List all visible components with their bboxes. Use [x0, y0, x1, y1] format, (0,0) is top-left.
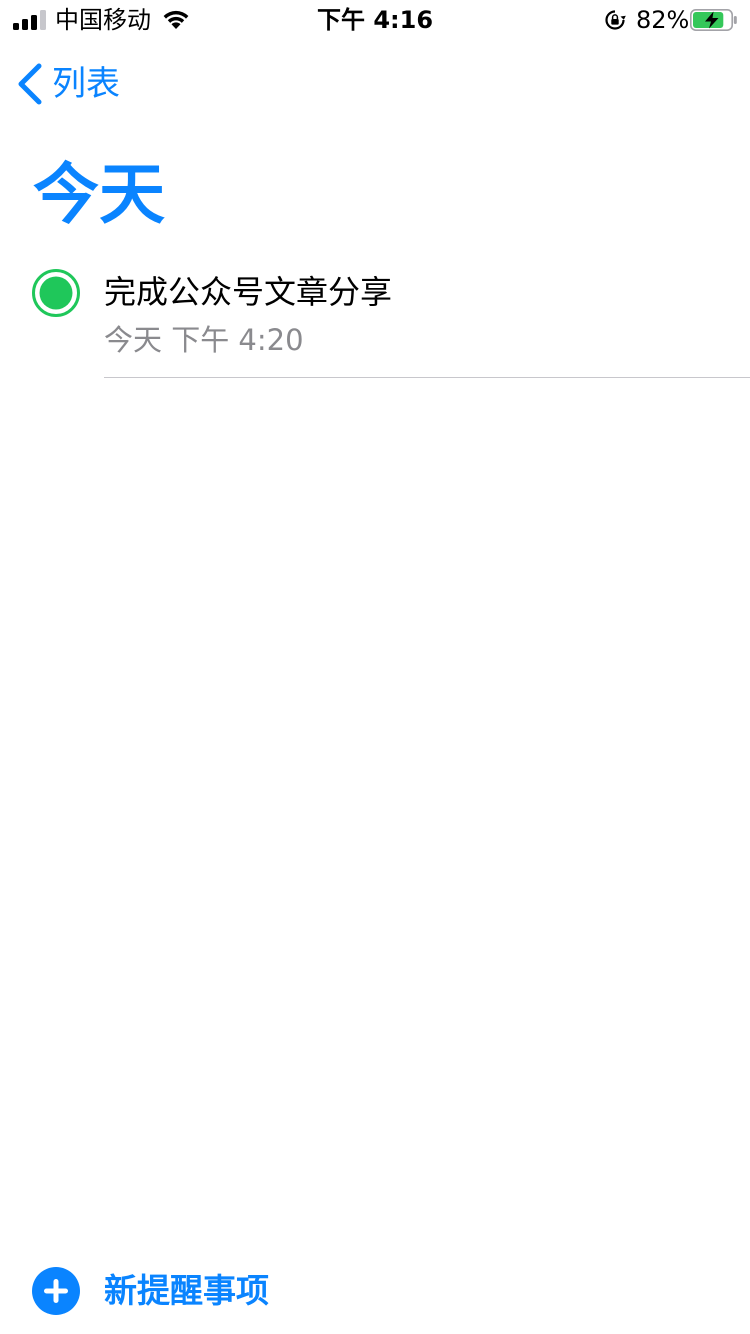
reminder-complete-toggle[interactable]: [31, 268, 81, 318]
page-title: 今天: [33, 156, 165, 233]
back-button-label: 列表: [52, 64, 120, 104]
battery-charging-icon: [690, 9, 737, 31]
status-bar: 中国移动 下午 4:16 82%: [0, 0, 750, 40]
battery-percent: 82%: [636, 6, 690, 34]
reminder-row[interactable]: 完成公众号文章分享 今天 下午 4:20: [0, 264, 750, 379]
reminder-title[interactable]: 完成公众号文章分享: [104, 272, 392, 312]
row-divider: [104, 377, 750, 378]
new-reminder-label: 新提醒事项: [104, 1271, 269, 1310]
rotation-lock-icon: [605, 10, 626, 30]
reminder-due-date: 今天 下午 4:20: [104, 323, 304, 357]
chevron-left-icon: [18, 63, 42, 105]
new-reminder-button[interactable]: 新提醒事项: [32, 1267, 269, 1315]
plus-circle-icon: [32, 1267, 80, 1315]
back-button[interactable]: 列表: [14, 60, 120, 108]
